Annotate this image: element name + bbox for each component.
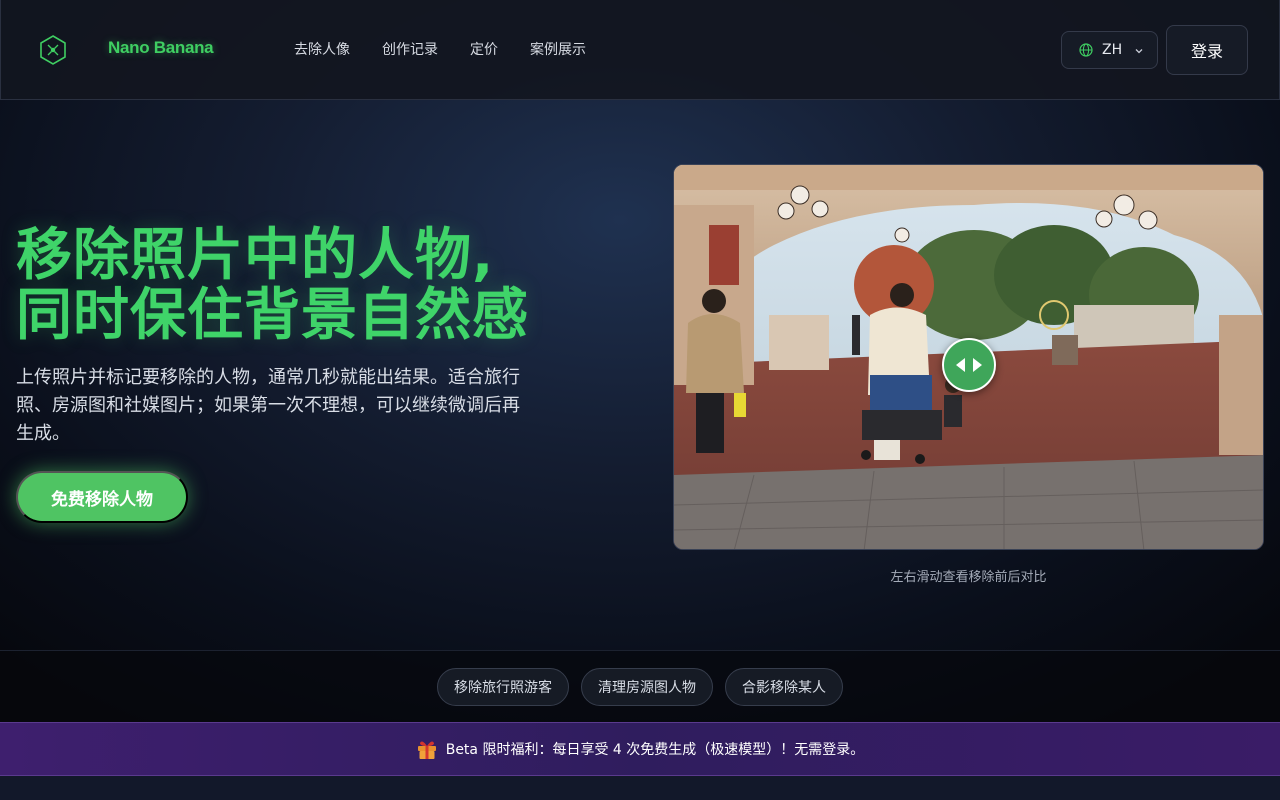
chip-clean-listing-photo[interactable]: 清理房源图人物 [581, 668, 713, 706]
nav-item-pricing[interactable]: 定价 [470, 40, 498, 60]
nav-item-showcase[interactable]: 案例展示 [530, 40, 586, 60]
page-bottom-strip [0, 776, 1280, 800]
login-button[interactable]: 登录 [1166, 25, 1248, 75]
chip-remove-tourists[interactable]: 移除旅行照游客 [437, 668, 569, 706]
main-nav: 去除人像 创作记录 定价 案例展示 [294, 40, 618, 60]
beta-promo-banner: Beta 限时福利：每日享受 4 次免费生成（极速模型）！无需登录。 [0, 722, 1280, 776]
compare-caption: 左右滑动查看移除前后对比 [890, 570, 1047, 585]
hero-description: 上传照片并标记要移除的人物，通常几秒就能出结果。适合旅行照、房源图和社媒图片；如… [16, 367, 520, 444]
site-header: Nano Banana 去除人像 创作记录 定价 案例展示 ZH 登录 [0, 0, 1280, 100]
chevron-down-icon [1135, 49, 1143, 54]
use-case-chips: 移除旅行照游客 清理房源图人物 合影移除某人 [437, 668, 843, 706]
hero-title: 移除照片中的人物, 同时保住背景自然感 [16, 226, 596, 346]
gift-icon [417, 741, 436, 759]
brand-name[interactable]: Nano Banana [108, 38, 214, 58]
compare-slider-handle[interactable] [942, 338, 996, 392]
banner-text: Beta 限时福利：每日享受 4 次免费生成（极速模型）！无需登录。 [445, 742, 865, 758]
before-after-compare[interactable] [673, 164, 1264, 550]
globe-icon [1079, 43, 1093, 57]
chip-remove-from-group-photo[interactable]: 合影移除某人 [725, 668, 843, 706]
nav-item-remove-people[interactable]: 去除人像 [294, 40, 350, 60]
use-case-section: 移除旅行照游客 清理房源图人物 合影移除某人 [0, 650, 1280, 722]
hero-title-line-1: 移除照片中的人物, [16, 223, 495, 288]
nav-item-history[interactable]: 创作记录 [382, 40, 438, 60]
language-selector[interactable]: ZH [1061, 31, 1158, 69]
hero-title-line-2: 同时保住背景自然感 [16, 283, 529, 348]
language-label: ZH [1102, 42, 1123, 58]
remove-people-free-button[interactable]: 免费移除人物 [16, 471, 188, 523]
hexagon-logo-icon[interactable] [37, 34, 69, 66]
left-right-arrows-icon [956, 358, 982, 372]
